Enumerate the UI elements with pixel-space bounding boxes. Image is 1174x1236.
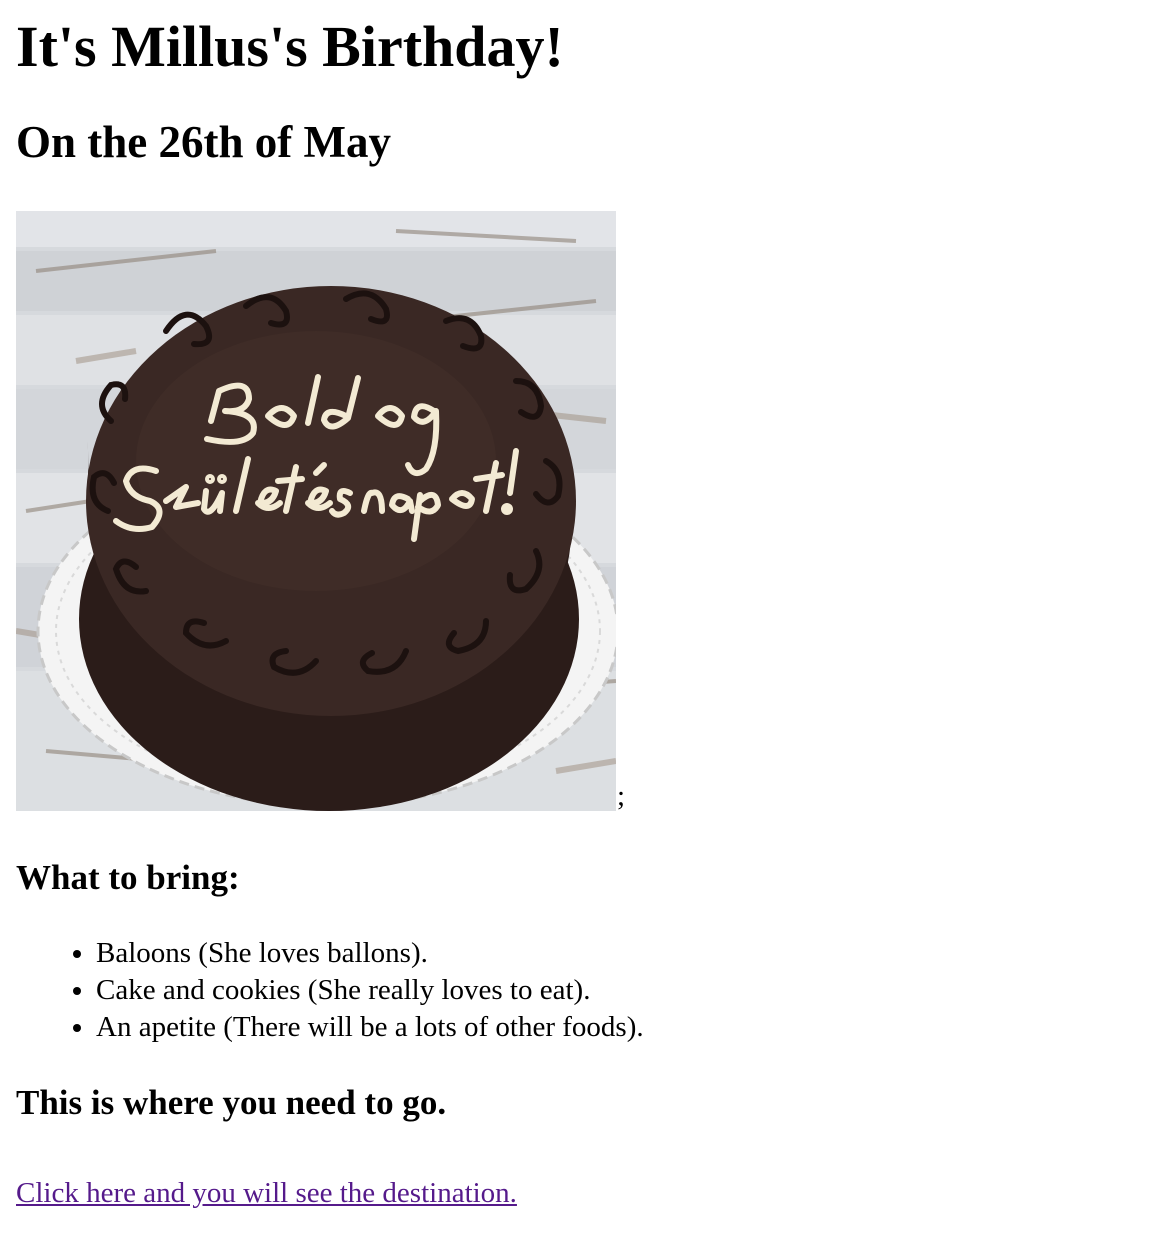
destination-link[interactable]: Click here and you will see the destinat… (16, 1176, 517, 1210)
what-to-bring-heading: What to bring: (16, 858, 240, 897)
birthday-cake-image (16, 211, 616, 811)
what-to-bring-list: Baloons (She loves ballons). Cake and co… (16, 935, 1158, 1046)
page-subtitle: On the 26th of May (16, 117, 391, 167)
stray-semicolon: ; (617, 780, 626, 812)
list-item: An apetite (There will be a lots of othe… (96, 1009, 1158, 1046)
list-item: Baloons (She loves ballons). (96, 935, 1158, 972)
list-item: Cake and cookies (She really loves to ea… (96, 972, 1158, 1009)
image-row: ; (16, 211, 1158, 811)
page: It's Millus's Birthday! On the 26th of M… (0, 0, 1174, 1210)
page-title: It's Millus's Birthday! (16, 14, 564, 79)
where-to-go-heading: This is where you need to go. (16, 1083, 447, 1122)
